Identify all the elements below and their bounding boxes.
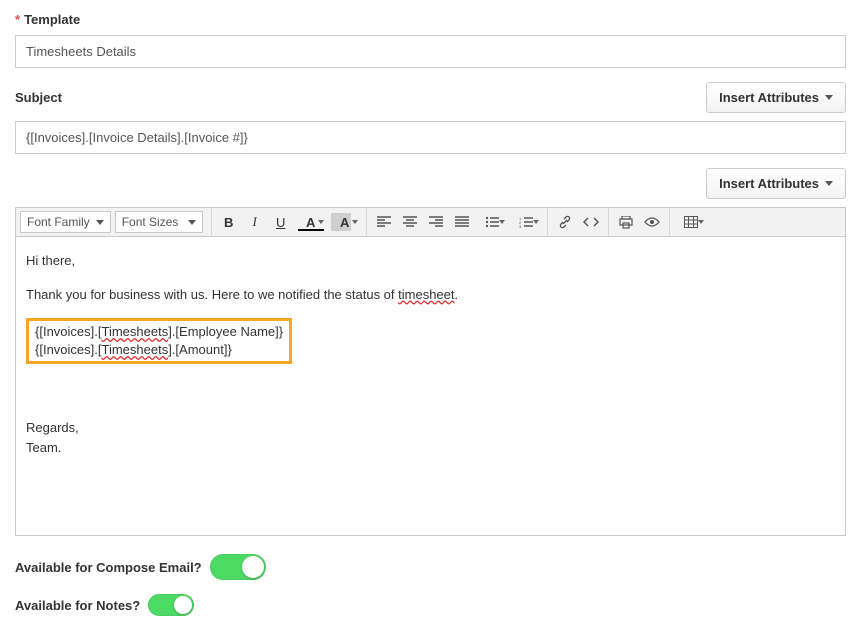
bold-button[interactable]: B bbox=[217, 211, 241, 233]
align-left-button[interactable] bbox=[372, 211, 396, 233]
code-button[interactable] bbox=[579, 211, 603, 233]
underline-button[interactable]: U bbox=[269, 211, 293, 233]
editor-signoff: Regards, Team. bbox=[26, 418, 835, 457]
highlighted-merge-fields: {[Invoices].[Timesheets].[Employee Name]… bbox=[26, 318, 292, 364]
number-list-button[interactable]: 123 bbox=[510, 211, 542, 233]
caret-down-icon bbox=[825, 95, 833, 100]
font-sizes-select[interactable]: Font Sizes bbox=[115, 211, 203, 233]
template-label: *Template bbox=[15, 12, 846, 27]
font-family-select[interactable]: Font Family bbox=[20, 211, 111, 233]
editor-body[interactable]: Hi there, Thank you for business with us… bbox=[15, 236, 846, 536]
print-button[interactable] bbox=[614, 211, 638, 233]
editor-paragraph: Thank you for business with us. Here to … bbox=[26, 285, 835, 305]
align-center-button[interactable] bbox=[398, 211, 422, 233]
text-color-button[interactable]: A bbox=[295, 211, 327, 233]
align-right-button[interactable] bbox=[424, 211, 448, 233]
subject-label: Subject bbox=[15, 90, 62, 105]
editor-toolbar: Font Family Font Sizes B I U A A 123 bbox=[15, 207, 846, 236]
italic-button[interactable]: I bbox=[243, 211, 267, 233]
align-justify-button[interactable] bbox=[450, 211, 474, 233]
highlight-color-button[interactable]: A bbox=[329, 211, 361, 233]
compose-email-label: Available for Compose Email? bbox=[15, 560, 202, 575]
svg-text:3: 3 bbox=[519, 224, 522, 228]
template-input[interactable] bbox=[15, 35, 846, 68]
compose-email-toggle[interactable] bbox=[210, 554, 266, 580]
caret-down-icon bbox=[825, 181, 833, 186]
bullet-list-button[interactable] bbox=[476, 211, 508, 233]
insert-attributes-button-body[interactable]: Insert Attributes bbox=[706, 168, 846, 199]
link-button[interactable] bbox=[553, 211, 577, 233]
subject-input[interactable] bbox=[15, 121, 846, 154]
insert-attributes-button-subject[interactable]: Insert Attributes bbox=[706, 82, 846, 113]
notes-toggle[interactable] bbox=[148, 594, 194, 616]
table-button[interactable] bbox=[675, 211, 707, 233]
preview-button[interactable] bbox=[640, 211, 664, 233]
editor-greeting: Hi there, bbox=[26, 251, 835, 271]
notes-label: Available for Notes? bbox=[15, 598, 140, 613]
